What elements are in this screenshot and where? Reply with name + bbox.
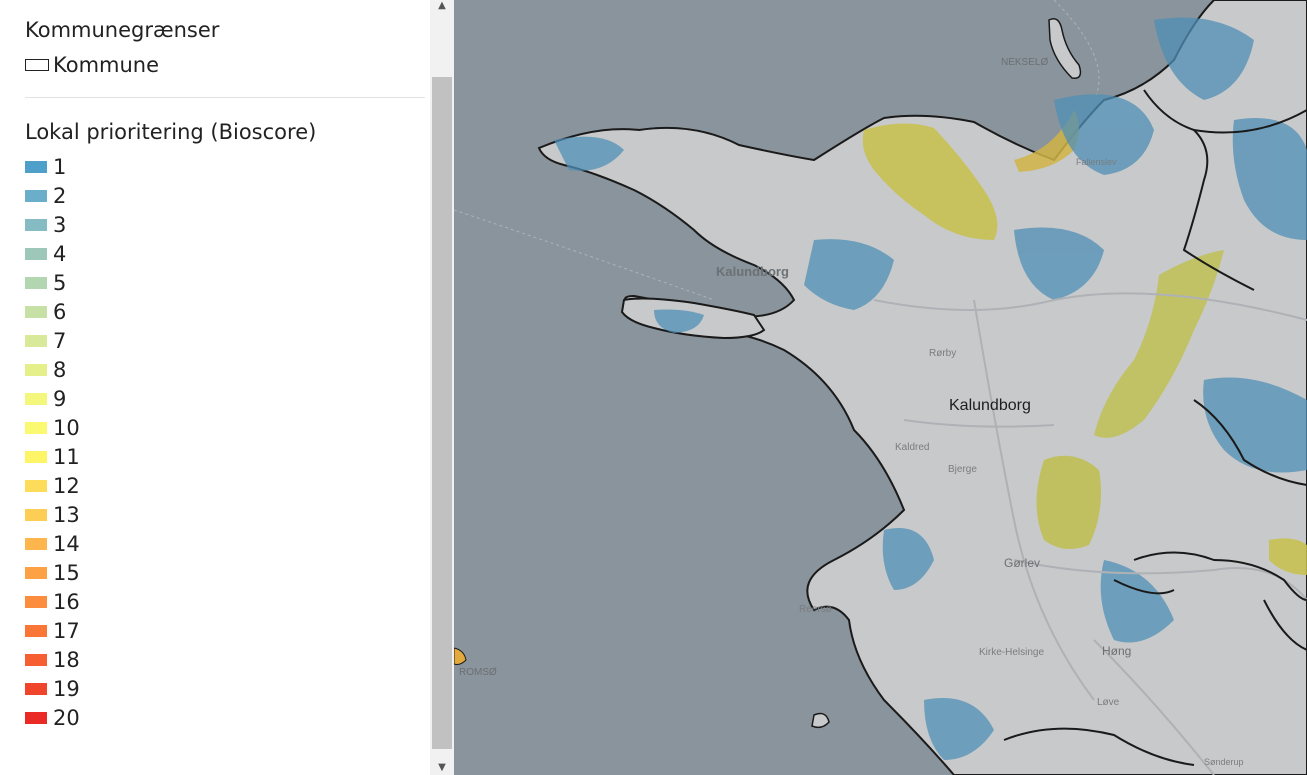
scrollbar-thumb[interactable]: [432, 77, 452, 749]
bioscore-color-swatch: [25, 392, 47, 405]
map-view[interactable]: NEKSELØ Kalundborg Kalundborg Rørby Bjer…: [454, 0, 1307, 775]
map-label-kalundborg-small: Kalundborg: [716, 264, 789, 279]
map-label-kalundborg: Kalundborg: [949, 397, 1031, 414]
bioscore-color-swatch: [25, 624, 47, 637]
bioscore-legend-label: 1: [53, 154, 67, 179]
bioscore-legend-label: 19: [53, 676, 80, 701]
bioscore-area-lake: [1036, 455, 1102, 549]
map-label-reerso: Reersø: [799, 604, 832, 615]
map-label-leve: Løve: [1097, 697, 1120, 708]
map-label-romso: ROMSØ: [459, 667, 497, 678]
bioscore-color-swatch: [25, 305, 47, 318]
bioscore-legend-item: 11: [25, 442, 80, 471]
municipal-boundaries-title: Kommunegrænser: [25, 18, 220, 42]
map-label-gorlev: Gørlev: [1004, 556, 1040, 570]
bioscore-legend-item: 20: [25, 703, 80, 732]
bioscore-color-swatch: [25, 537, 47, 550]
bioscore-legend-label: 11: [53, 444, 80, 469]
bioscore-legend-item: 5: [25, 268, 80, 297]
bioscore-legend-label: 2: [53, 183, 67, 208]
bioscore-legend-label: 17: [53, 618, 80, 643]
bioscore-legend-label: 9: [53, 386, 67, 411]
bioscore-legend-item: 3: [25, 210, 80, 239]
bioscore-color-swatch: [25, 334, 47, 347]
bioscore-color-swatch: [25, 711, 47, 724]
map-label-rorby: Rørby: [929, 348, 956, 359]
bioscore-legend-item: 13: [25, 500, 80, 529]
municipality-legend-item: Kommune: [25, 52, 159, 78]
bioscore-color-swatch: [25, 160, 47, 173]
bioscore-color-swatch: [25, 218, 47, 231]
bioscore-legend-label: 7: [53, 328, 67, 353]
bioscore-color-swatch: [25, 566, 47, 579]
bioscore-legend-label: 12: [53, 473, 80, 498]
small-island: [811, 712, 830, 729]
bioscore-legend-item: 18: [25, 645, 80, 674]
bioscore-color-swatch: [25, 653, 47, 666]
bioscore-legend-label: 10: [53, 415, 80, 440]
bioscore-color-swatch: [25, 247, 47, 260]
map-label-fallenslev: Fallenslev: [1076, 157, 1117, 167]
bioscore-legend-item: 6: [25, 297, 80, 326]
map-label-sonderup: Sønderup: [1204, 757, 1244, 767]
map-label-nekselo: NEKSELØ: [1001, 57, 1048, 68]
bioscore-color-swatch: [25, 276, 47, 289]
bioscore-legend-item: 16: [25, 587, 80, 616]
bioscore-legend-label: 8: [53, 357, 67, 382]
map-label-kaldred: Kaldred: [895, 442, 929, 453]
bioscore-color-swatch: [25, 421, 47, 434]
legend-panel: Kommunegrænser Kommune Lokal prioriterin…: [0, 0, 430, 775]
bioscore-color-swatch: [25, 595, 47, 608]
bioscore-color-swatch: [25, 189, 47, 202]
bioscore-legend-item: 10: [25, 413, 80, 442]
bioscore-color-swatch: [25, 450, 47, 463]
scroll-down-arrow-icon[interactable]: ▼: [430, 761, 454, 775]
bioscore-legend-label: 20: [53, 705, 80, 730]
bioscore-color-swatch: [25, 363, 47, 376]
bioscore-legend-label: 15: [53, 560, 80, 585]
bioscore-color-swatch: [25, 479, 47, 492]
bioscore-legend-label: 3: [53, 212, 67, 237]
bioscore-legend-label: 5: [53, 270, 67, 295]
bioscore-legend-label: 16: [53, 589, 80, 614]
bioscore-legend-label: 6: [53, 299, 67, 324]
bioscore-legend-label: 18: [53, 647, 80, 672]
scroll-up-arrow-icon[interactable]: ▲: [430, 0, 454, 14]
bioscore-legend-item: 7: [25, 326, 80, 355]
bioscore-legend-item: 12: [25, 471, 80, 500]
bioscore-legend-list: 1 2 3 4 5 6 7 8 9 10 11 12 13 14 15 16 17 18 19 20: [25, 152, 80, 732]
legend-scrollbar[interactable]: ▲ ▼: [430, 0, 454, 775]
bioscore-legend-label: 14: [53, 531, 80, 556]
bioscore-title: Lokal prioritering (Bioscore): [25, 120, 317, 144]
bioscore-color-swatch: [25, 508, 47, 521]
bioscore-legend-item: 17: [25, 616, 80, 645]
municipality-outline-swatch: [25, 59, 49, 71]
bioscore-legend-item: 15: [25, 558, 80, 587]
bioscore-legend-item: 14: [25, 529, 80, 558]
bioscore-legend-item: 8: [25, 355, 80, 384]
bioscore-legend-item: 4: [25, 239, 80, 268]
bioscore-legend-label: 4: [53, 241, 67, 266]
map-label-kirke-helsinge: Kirke-Helsinge: [979, 647, 1044, 658]
bioscore-legend-item: 2: [25, 181, 80, 210]
bioscore-legend-label: 13: [53, 502, 80, 527]
map-label-hong: Høng: [1102, 644, 1131, 658]
bioscore-legend-item: 1: [25, 152, 80, 181]
bioscore-color-swatch: [25, 682, 47, 695]
bioscore-legend-item: 9: [25, 384, 80, 413]
bioscore-legend-item: 19: [25, 674, 80, 703]
legend-divider: [25, 97, 425, 98]
map-label-bjerge: Bjerge: [948, 464, 977, 475]
municipality-legend-label: Kommune: [53, 53, 160, 77]
